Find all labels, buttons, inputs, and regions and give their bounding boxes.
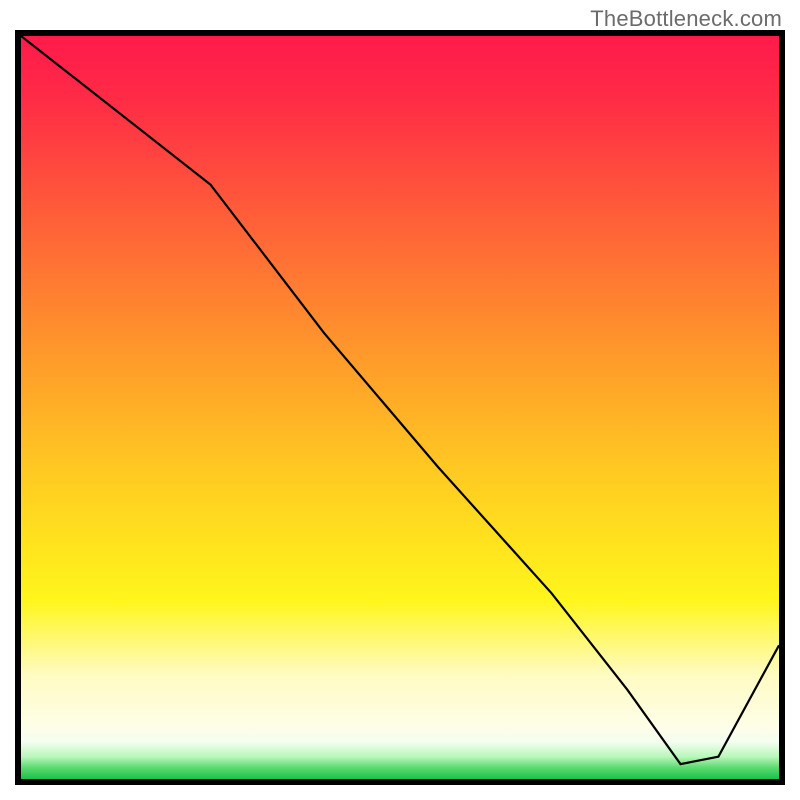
bottleneck-curve-line xyxy=(21,36,779,764)
chart-plot-area xyxy=(15,30,785,785)
watermark-text: TheBottleneck.com xyxy=(590,6,782,32)
line-chart-svg xyxy=(21,36,779,779)
